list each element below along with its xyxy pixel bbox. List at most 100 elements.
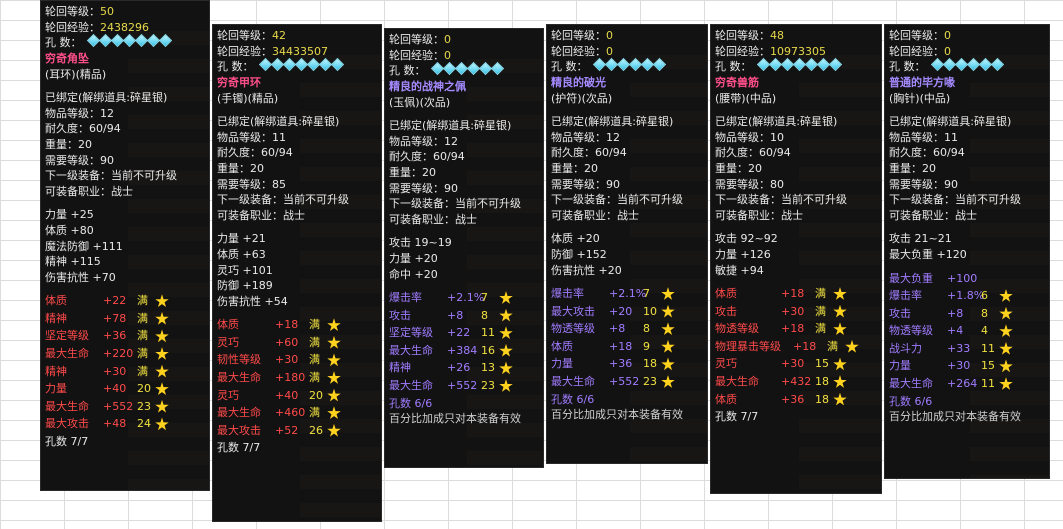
required-level-row: 需要等级：90 xyxy=(889,177,1045,193)
bonus-value: +1.8% xyxy=(947,289,985,303)
label: 下一级装备： xyxy=(217,193,283,207)
holes-count: 孔数 7/7 xyxy=(715,410,759,424)
reincarnation-level-row: 轮回等级：48 xyxy=(715,28,877,44)
bonus-mark: 7 xyxy=(643,287,650,301)
label: 重量： xyxy=(889,161,922,175)
bonus-row: 体质 +18 9 xyxy=(551,339,703,357)
bonus-row: 体质 +18 满 xyxy=(715,286,877,304)
bonus-value: +20 xyxy=(609,304,633,318)
item-name: 精良的破光 xyxy=(551,75,606,89)
bonus-value: +8 xyxy=(947,306,964,320)
base-stat: 攻击 92~92 xyxy=(715,232,778,246)
bonus-mark: 10 xyxy=(643,304,657,318)
star-icon xyxy=(661,339,675,353)
bonus-value: +22 xyxy=(103,294,127,308)
value: 11 xyxy=(272,130,286,144)
bonus-value: +8 xyxy=(447,308,464,322)
durability-row: 耐久度：60/94 xyxy=(45,121,205,137)
bonus-name: 攻击 xyxy=(889,306,911,320)
bonus-value: +18 xyxy=(781,287,805,301)
item-tooltip-4: 轮回等级：0 轮回经验：0 孔 数： 精良的破光 (护符)(次品) 已绑定(解绑… xyxy=(546,24,708,464)
required-level-row: 需要等级：85 xyxy=(217,177,377,193)
bonus-name: 物透等级 xyxy=(715,322,759,336)
value: 0 xyxy=(944,44,951,58)
bonus-name: 最大负重 xyxy=(889,271,933,285)
value: 50 xyxy=(100,5,114,18)
bonus-name: 最大生命 xyxy=(217,406,261,420)
bonus-row: 体质 +18 满 xyxy=(217,317,377,335)
bonus-mark: 11 xyxy=(481,326,495,340)
holes-count: 孔数 6/6 xyxy=(389,396,433,410)
value: 20 xyxy=(748,161,762,175)
star-icon xyxy=(661,304,675,318)
bonus-name: 体质 xyxy=(715,287,737,301)
label: 轮回经验： xyxy=(45,20,100,34)
label: 下一级装备： xyxy=(389,197,455,211)
label: 耐久度： xyxy=(715,146,759,160)
bonus-value: +33 xyxy=(947,341,971,355)
bonus-row: 最大生命 +384 16 xyxy=(389,343,539,361)
bonus-mark: 18 xyxy=(643,357,657,371)
bonus-row: 最大攻击 +20 10 xyxy=(551,304,703,322)
value: 当前不可升级 xyxy=(955,193,1021,207)
item-type: (玉佩)(次品) xyxy=(389,95,451,109)
bonus-name: 精神 xyxy=(45,311,67,325)
bonus-value: +60 xyxy=(275,335,299,349)
bonus-row: 最大生命 +264 11 xyxy=(889,376,1045,394)
holes-row: 孔 数： xyxy=(715,58,877,75)
bonus-value: +180 xyxy=(275,371,306,385)
bonus-name: 灵巧 xyxy=(217,335,239,349)
bonus-mark: 8 xyxy=(981,306,988,320)
star-icon xyxy=(155,347,169,360)
bonus-row: 攻击 +8 8 xyxy=(889,306,1045,324)
bonus-value: +2.1% xyxy=(447,291,485,305)
bonus-mark: 满 xyxy=(309,318,320,332)
value: 90 xyxy=(606,177,620,191)
star-icon xyxy=(327,318,341,332)
value: 10 xyxy=(770,130,784,144)
label: 耐久度： xyxy=(551,146,595,160)
base-stat: 力量 +25 xyxy=(45,208,94,222)
bonus-name: 最大生命 xyxy=(389,343,433,357)
value: 85 xyxy=(272,177,286,191)
star-icon xyxy=(999,377,1013,390)
value: 42 xyxy=(272,29,286,42)
next-equip-row: 下一级装备：当前不可升级 xyxy=(45,168,205,184)
star-icon xyxy=(833,322,847,336)
bonus-note: 百分比加成只对本装备有效 xyxy=(389,412,521,426)
value: 90 xyxy=(444,181,458,195)
label: 轮回等级： xyxy=(889,29,944,42)
star-icon xyxy=(155,399,169,413)
bonus-name: 力量 xyxy=(551,357,573,371)
label: 轮回等级： xyxy=(389,33,444,46)
bonus-value: +30 xyxy=(947,359,971,373)
bonus-mark: 23 xyxy=(643,375,657,389)
item-tooltip-5: 轮回等级：48 轮回经验：10973305 孔 数： 穷奇兽筋 (腰带)(中品)… xyxy=(710,24,882,494)
bonus-row: 灵巧 +60 满 xyxy=(217,335,377,353)
star-icon xyxy=(155,364,169,378)
required-level-row: 需要等级：90 xyxy=(389,181,539,197)
profession-row: 可装备职业：战士 xyxy=(217,208,377,224)
bonus-mark: 24 xyxy=(137,417,151,431)
star-icon xyxy=(999,289,1013,302)
bound-text: 已绑定(解绑道具:碎星银) xyxy=(217,115,340,129)
bonus-mark: 满 xyxy=(137,294,148,308)
bonus-value: +4 xyxy=(947,324,964,338)
weight-row: 重量：20 xyxy=(889,161,1045,177)
label: 孔 数： xyxy=(889,60,926,74)
required-level-row: 需要等级：90 xyxy=(45,153,205,169)
value: 60/94 xyxy=(433,150,465,164)
bonus-row: 最大攻击 +52 26 xyxy=(217,423,377,441)
gem-icons xyxy=(756,58,842,75)
label: 可装备职业： xyxy=(389,212,455,226)
label: 重量： xyxy=(45,137,78,151)
bonus-value: +52 xyxy=(275,423,299,437)
label: 轮回经验： xyxy=(217,44,272,58)
value: 60/94 xyxy=(261,146,293,160)
bonus-row: 最大生命 +220 满 xyxy=(45,346,205,364)
bonus-mark: 满 xyxy=(309,371,320,385)
bonus-name: 攻击 xyxy=(389,308,411,322)
bonus-row: 力量 +36 18 xyxy=(551,356,703,374)
bonus-name: 攻击 xyxy=(715,304,737,318)
bonus-mark: 20 xyxy=(309,388,323,402)
